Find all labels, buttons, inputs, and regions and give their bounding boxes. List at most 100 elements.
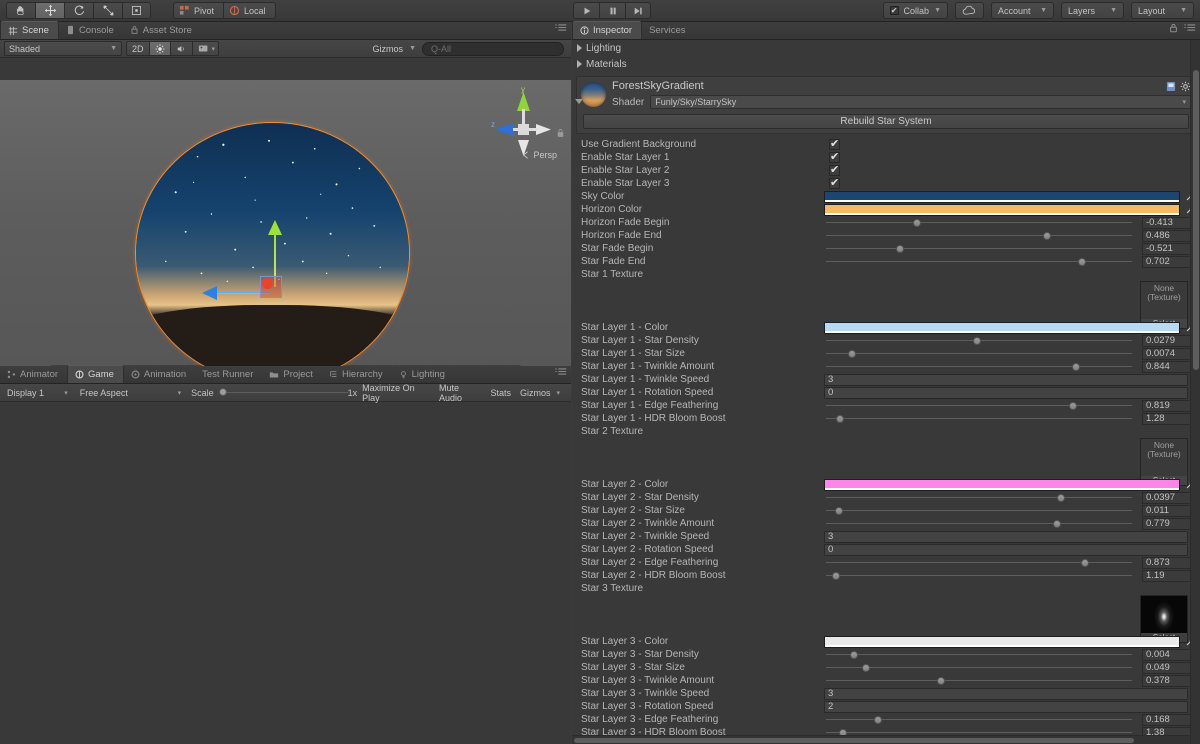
slider-knob[interactable] [831,572,840,580]
property-slider[interactable] [824,334,1142,347]
property-value[interactable]: 0.779 [1142,517,1196,530]
scene-audio-toggle[interactable] [170,41,193,56]
slider-knob[interactable] [972,337,981,345]
property-value[interactable]: 0.011 [1142,504,1196,517]
property-slider[interactable] [824,229,1142,242]
property-checkbox[interactable] [829,151,840,163]
tab-game[interactable]: Game [67,365,124,383]
tab-animator[interactable]: Animator [0,365,67,383]
scene-projection-mode[interactable]: Persp [522,150,557,160]
property-value[interactable]: 0.819 [1142,399,1196,412]
property-slider[interactable] [824,347,1142,360]
scale-slider[interactable] [218,386,348,399]
property-slider[interactable] [824,648,1142,661]
property-value[interactable]: 0.168 [1142,713,1196,726]
tab-console[interactable]: Console [59,21,123,39]
property-number-input[interactable]: 0 [824,543,1188,556]
property-slider[interactable] [824,517,1142,530]
tab-project[interactable]: Project [262,365,322,383]
slider-knob[interactable] [912,219,921,227]
scene-viewport[interactable]: y z Persp [0,80,571,388]
game-panel-menu-icon[interactable] [555,367,567,379]
inspector-horizontal-scrollbar[interactable] [572,735,1190,744]
property-slider[interactable] [824,569,1142,582]
move-tool-button[interactable] [35,2,64,19]
property-checkbox[interactable] [829,164,840,176]
property-value[interactable]: 0.873 [1142,556,1196,569]
property-slider[interactable] [824,491,1142,504]
slider-knob[interactable] [1080,559,1089,567]
color-swatch[interactable] [824,203,1180,216]
rebuild-star-system-button[interactable]: Rebuild Star System [583,114,1189,129]
scene-search-input[interactable]: Q-All [422,41,564,56]
tab-inspector[interactable]: Inspector [572,21,643,39]
slider-knob[interactable] [1071,363,1080,371]
color-swatch[interactable] [824,635,1180,648]
tab-asset-store[interactable]: Asset Store [123,21,201,39]
property-slider[interactable] [824,661,1142,674]
layers-button[interactable]: Layers ▼ [1061,2,1124,19]
tab-services[interactable]: Services [642,21,694,39]
stats-toggle[interactable]: Stats [485,385,516,400]
property-value[interactable]: 0.486 [1142,229,1196,242]
inspector-scroll-thumb[interactable] [1193,70,1199,370]
property-slider[interactable] [824,556,1142,569]
property-slider[interactable] [824,674,1142,687]
aspect-dropdown[interactable]: Free Aspect ▾ [76,385,185,400]
property-value[interactable]: 0.844 [1142,360,1196,373]
display-dropdown[interactable]: Display 1 ▾ [3,385,72,400]
tab-hierarchy[interactable]: Hierarchy [322,365,392,383]
tab-test-runner[interactable]: Test Runner [195,365,262,383]
rect-tool-button[interactable] [122,2,151,19]
color-swatch[interactable] [824,478,1180,491]
fold-lighting[interactable]: Lighting [572,40,1200,56]
property-checkbox[interactable] [829,138,840,150]
slider-knob[interactable] [849,651,858,659]
slider-knob[interactable] [896,245,904,253]
step-button[interactable] [625,2,651,19]
property-slider[interactable] [824,255,1142,268]
slider-knob[interactable] [847,350,856,358]
property-number-input[interactable]: 0 [824,386,1188,399]
collab-button[interactable]: ✔ Collab ▼ [882,2,948,19]
scene-panel-menu-icon[interactable] [555,23,567,35]
property-value[interactable]: 0.378 [1142,674,1196,687]
property-number-input[interactable]: 2 [824,700,1188,713]
slider-knob[interactable] [1043,232,1051,240]
property-value[interactable]: 0.0074 [1142,347,1196,360]
slider-knob[interactable] [1077,258,1086,266]
property-value[interactable]: 1.19 [1142,569,1196,582]
property-slider[interactable] [824,360,1142,373]
property-value[interactable]: 0.702 [1142,255,1196,268]
property-slider[interactable] [824,412,1142,425]
slider-knob[interactable] [834,507,843,515]
inspector-hscroll-thumb[interactable] [574,738,1134,743]
property-slider[interactable] [824,399,1142,412]
property-number-input[interactable]: 3 [824,530,1188,543]
property-value[interactable]: -0.413 [1142,216,1196,229]
hand-tool-button[interactable] [6,2,35,19]
slider-knob[interactable] [1053,520,1062,528]
property-value[interactable]: 0.0279 [1142,334,1196,347]
sky-dome-object[interactable] [135,122,410,384]
shader-dropdown[interactable]: Funly/Sky/StarrySky ▾ [650,95,1191,109]
light-gizmo-dot[interactable] [262,278,273,289]
property-value[interactable]: 1.28 [1142,412,1196,425]
color-swatch[interactable] [824,190,1180,203]
scene-lighting-toggle[interactable] [149,41,171,56]
move-gizmo-y-handle[interactable] [268,220,282,235]
property-slider[interactable] [824,504,1142,517]
toggle-2d-button[interactable]: 2D [126,41,150,56]
scene-effects-toggle[interactable]: ▾ [192,41,220,56]
property-value[interactable]: 0.004 [1142,648,1196,661]
property-number-input[interactable]: 3 [824,373,1188,386]
property-value[interactable]: 0.0397 [1142,491,1196,504]
play-button[interactable] [573,2,599,19]
preset-icon[interactable] [1166,81,1176,92]
tab-lighting[interactable]: Lighting [392,365,454,383]
property-slider[interactable] [824,242,1142,255]
inspector-panel-menu-icon[interactable] [1184,23,1196,35]
inspector-vertical-scrollbar[interactable] [1190,40,1200,744]
tab-scene[interactable]: Scene [0,21,59,39]
cloud-button[interactable] [955,2,984,19]
